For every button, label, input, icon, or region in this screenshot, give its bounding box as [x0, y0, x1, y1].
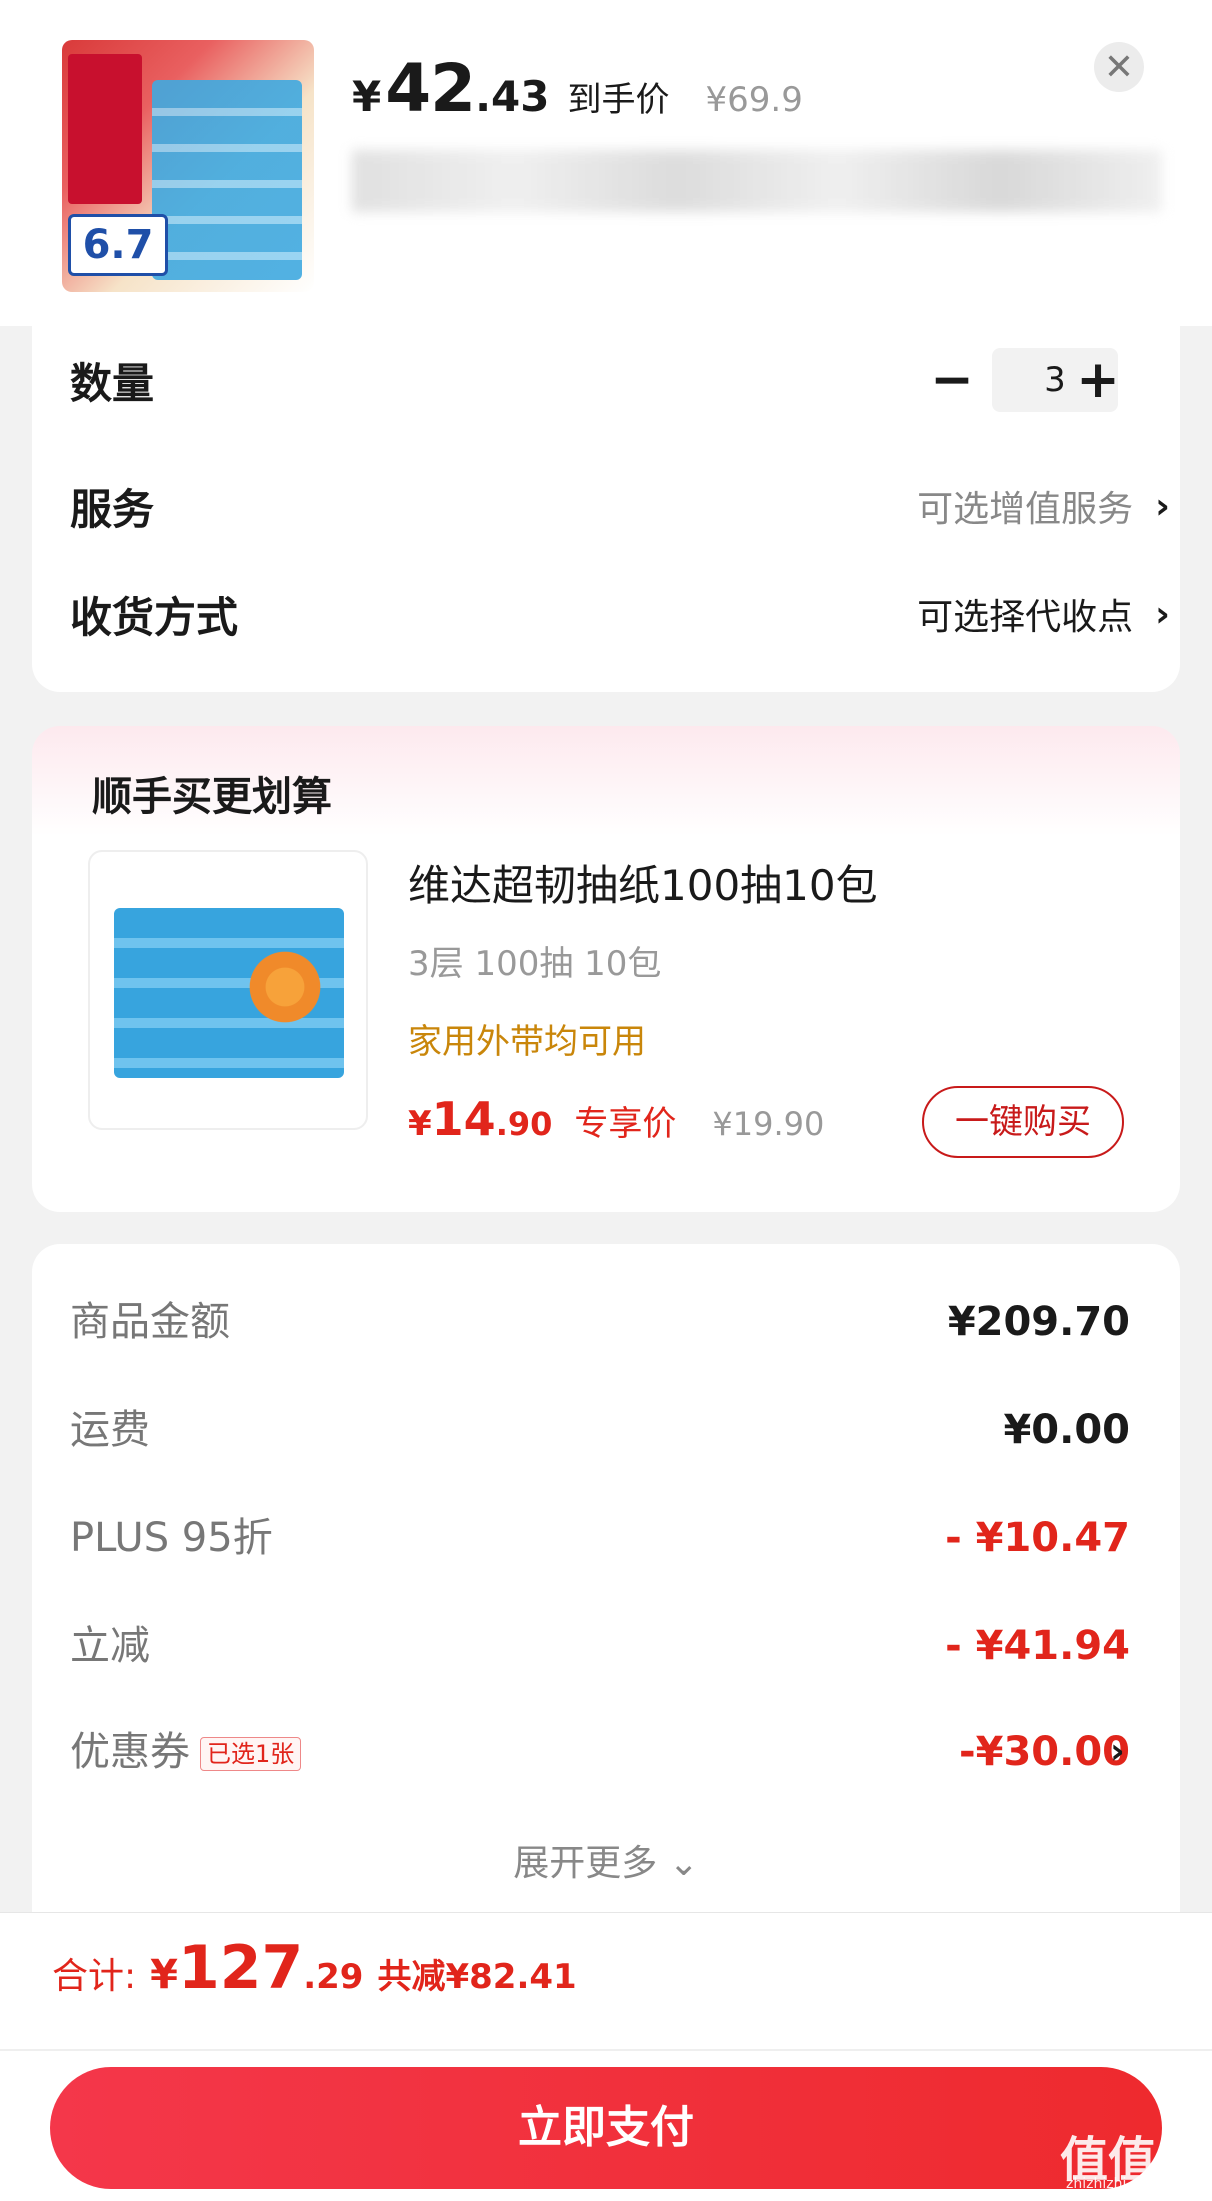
options-card: 数量 − + 服务 可选增值服务 › 收货方式 可选择代收点 › [32, 326, 1180, 692]
total-saved: 共减¥82.41 [377, 1957, 577, 1997]
final-price-tag: 到手价 [567, 80, 670, 120]
service-row[interactable]: 服务 可选增值服务 › [70, 476, 1170, 536]
addon-price-integer: 14 [431, 1092, 496, 1146]
price-decimal: .43 [475, 72, 550, 121]
chevron-right-icon: › [1155, 593, 1170, 635]
product-thumbnail[interactable]: 6.7 [62, 40, 314, 292]
amount-row-coupon[interactable]: 优惠券 已选1张 -¥30.00 [70, 1722, 1130, 1782]
amount-value: - ¥10.47 [945, 1515, 1130, 1561]
blurred-product-title [352, 150, 1162, 212]
coupon-badge: 已选1张 [200, 1737, 302, 1771]
quantity-minus-button[interactable]: − [924, 350, 980, 410]
delivery-label: 收货方式 [70, 592, 239, 642]
addon-product-name[interactable]: 维达超韧抽纸100抽10包 [408, 852, 878, 913]
service-selector[interactable]: 可选增值服务 › [917, 476, 1170, 536]
addon-title: 顺手买更划算 [92, 774, 332, 820]
addon-recommendation-card: 顺手买更划算 维达超韧抽纸100抽10包 3层 100抽 10包 家用外带均可用… [32, 726, 1180, 1212]
amount-row-goods: 商品金额 ¥209.70 [70, 1292, 1130, 1352]
service-label: 服务 [70, 484, 155, 534]
price-symbol: ¥ [352, 72, 382, 121]
delivery-selector[interactable]: 可选择代收点 › [917, 584, 1170, 644]
product-header: 6.7 ¥ 42 .43 到手价 ¥69.9 ✕ [0, 0, 1212, 326]
service-value: 可选增值服务 [917, 489, 1134, 530]
chevron-right-icon[interactable]: › [1110, 1722, 1125, 1782]
chevron-right-icon: › [1155, 485, 1170, 527]
coupon-label-wrap: 优惠券 已选1张 [70, 1722, 302, 1782]
addon-price-row: ¥ 14 .90 专享价 ¥19.90 [408, 1092, 824, 1146]
one-click-buy-button[interactable]: 一键购买 [922, 1086, 1124, 1158]
addon-product-note: 家用外带均可用 [408, 1022, 646, 1062]
total-decimal: .29 [303, 1957, 364, 1997]
amount-value: - ¥41.94 [945, 1623, 1130, 1669]
flower-graphic [240, 942, 330, 1032]
amount-value: ¥209.70 [947, 1299, 1130, 1345]
amount-row-shipping: 运费 ¥0.00 [70, 1400, 1130, 1460]
total-row: 合计: ¥ 127 .29 共减¥82.41 [52, 1933, 577, 2003]
close-icon: ✕ [1103, 46, 1135, 88]
close-button[interactable]: ✕ [1094, 42, 1144, 92]
amount-summary-card: 商品金额 ¥209.70 运费 ¥0.00 PLUS 95折 - ¥10.47 … [32, 1244, 1180, 1944]
addon-product-image[interactable] [88, 850, 368, 1130]
total-integer: 127 [177, 1933, 304, 2003]
pay-now-button[interactable]: 立即支付 [50, 2067, 1162, 2189]
amount-label: PLUS 95折 [70, 1515, 273, 1561]
addon-price-symbol: ¥ [408, 1104, 432, 1144]
quantity-label: 数量 [70, 358, 155, 408]
promo-tag-graphic [68, 54, 142, 204]
addon-product-spec: 3层 100抽 10包 [408, 944, 662, 984]
amount-value: ¥0.00 [1003, 1407, 1130, 1453]
delivery-row[interactable]: 收货方式 可选择代收点 › [70, 584, 1170, 644]
quantity-row: 数量 − + [70, 348, 1170, 412]
addon-price-tag: 专享价 [574, 1104, 677, 1144]
price-row: ¥ 42 .43 到手价 ¥69.9 [352, 50, 803, 127]
amount-label: 立减 [70, 1623, 150, 1669]
original-price: ¥69.9 [705, 80, 803, 120]
discount-badge-graphic: 6.7 [68, 214, 168, 276]
tissue-packs-graphic [152, 80, 302, 280]
amount-label: 商品金额 [70, 1299, 230, 1345]
delivery-value: 可选择代收点 [917, 597, 1134, 638]
checkout-bar: 合计: ¥ 127 .29 共减¥82.41 立即支付 [0, 1912, 1212, 2201]
total-symbol: ¥ [150, 1952, 178, 1998]
total-label: 合计: [52, 1956, 137, 1997]
amount-row-plus: PLUS 95折 - ¥10.47 [70, 1508, 1130, 1568]
watermark-url: zhizhizhi.com [1066, 2176, 1161, 2192]
amount-label: 运费 [70, 1407, 150, 1453]
quantity-plus-button[interactable]: + [1070, 350, 1126, 410]
amount-value[interactable]: -¥30.00 [959, 1722, 1130, 1782]
divider [0, 2049, 1212, 2051]
price-integer: 42 [385, 50, 476, 127]
addon-price-decimal: .90 [495, 1105, 553, 1143]
addon-original-price: ¥19.90 [712, 1105, 825, 1143]
expand-more-button[interactable]: 展开更多 ⌄ [32, 1834, 1180, 1886]
amount-row-instant: 立减 - ¥41.94 [70, 1616, 1130, 1676]
amount-label: 优惠券 [70, 1729, 190, 1775]
